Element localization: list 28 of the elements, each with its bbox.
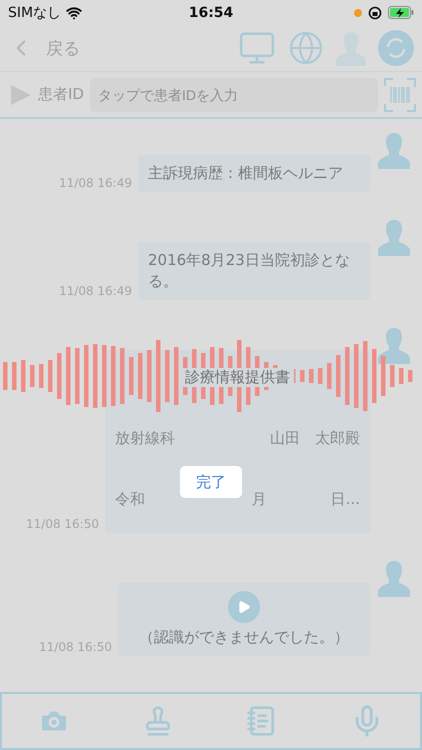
play-icon <box>237 600 251 614</box>
department-text: 放射線科 <box>115 429 175 448</box>
dot-icon <box>354 8 362 16</box>
message-text: 2016年8月23日当院初診となる。 <box>148 250 351 292</box>
wifi-icon <box>66 4 82 20</box>
avatar-icon <box>378 218 410 256</box>
avatar-icon <box>378 131 410 169</box>
document-title: 診療情報提供書 <box>181 368 294 387</box>
barcode-scan-icon[interactable] <box>384 78 416 112</box>
message-text: （認識ができませんでした。） <box>139 627 349 648</box>
patient-id-field[interactable]: タップで患者IDを入力 <box>90 78 378 112</box>
carrier-text: SIMなし <box>8 4 62 22</box>
battery-icon <box>388 6 414 19</box>
globe-icon[interactable] <box>288 30 324 66</box>
play-icon[interactable] <box>8 82 32 106</box>
rotation-lock-icon <box>368 6 382 20</box>
play-button[interactable] <box>228 591 260 623</box>
recipient-name: 山田 太郎殿 <box>270 429 360 448</box>
done-button[interactable]: 完了 <box>180 466 242 498</box>
month-text: 月 <box>252 490 267 509</box>
day-text: 日... <box>330 490 360 509</box>
message-text: 主訴現病歴：椎間板ヘルニア <box>148 163 344 184</box>
patient-id-label: 患者ID <box>38 85 84 104</box>
sync-icon[interactable] <box>378 30 414 66</box>
avatar-icon <box>378 559 410 597</box>
era-text: 令和 <box>115 490 145 509</box>
clock-text: 16:54 <box>188 4 234 20</box>
avatar-icon <box>378 326 410 364</box>
